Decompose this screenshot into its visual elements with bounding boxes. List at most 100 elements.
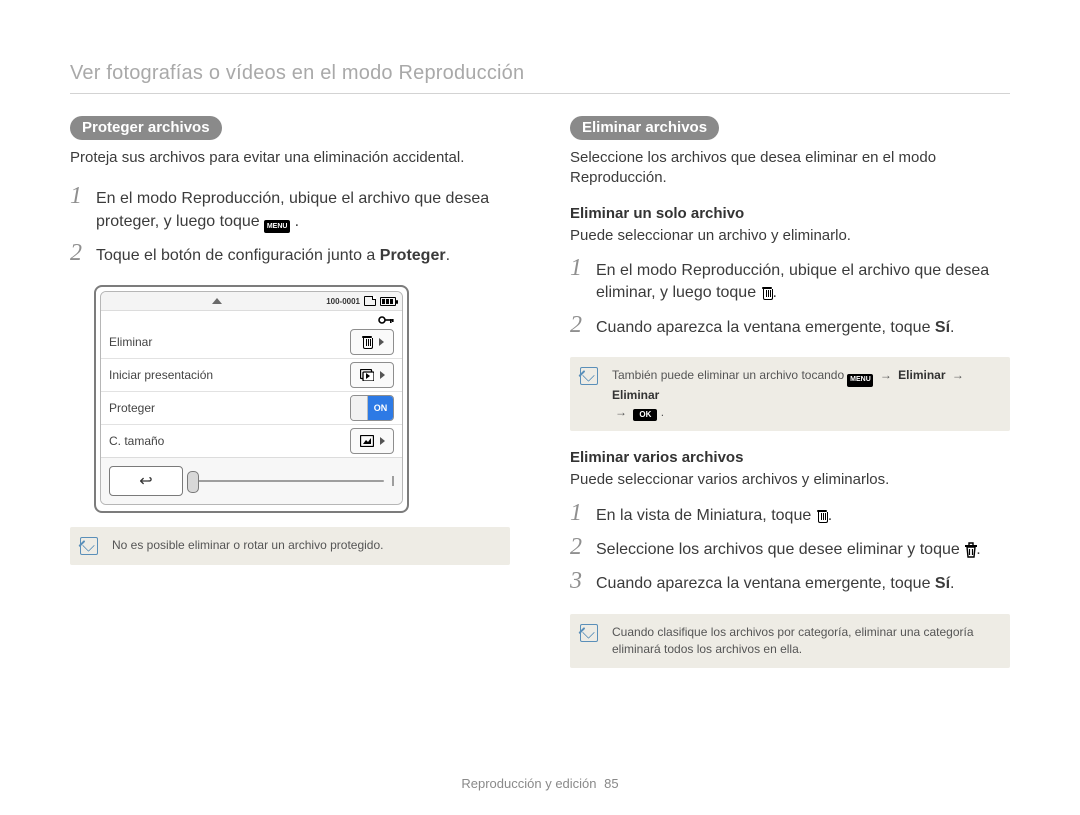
note-delete-single: También puede eliminar un archivo tocand… — [570, 357, 1010, 431]
text: Toque el botón de configuración junto a — [96, 247, 380, 264]
delete-single-steps: 1 En el modo Reproducción, ubique el arc… — [570, 256, 1010, 339]
text: . — [773, 284, 777, 301]
text: . — [828, 507, 832, 524]
text: . — [446, 247, 450, 264]
slider-end — [392, 476, 394, 486]
row-control — [350, 362, 394, 388]
note-text: También puede eliminar un archivo tocand… — [612, 368, 967, 419]
arrow-icon: → — [877, 368, 895, 382]
sd-card-icon — [364, 296, 376, 306]
step-text: Cuando aparezca la ventana emergente, to… — [596, 313, 954, 339]
text: Cuando aparezca la ventana emergente, to… — [596, 319, 935, 336]
toggle-on: ON — [350, 395, 394, 421]
step-text: Toque el botón de configuración junto a … — [96, 241, 450, 267]
device-topbar: 100-0001 — [101, 292, 402, 311]
device-bottom-bar: ↩ — [101, 457, 402, 504]
column-right: Eliminar archivos Seleccione los archivo… — [570, 116, 1010, 686]
row-label: Eliminar — [109, 335, 152, 349]
slider-thumb — [187, 471, 199, 493]
text: En la vista de Miniatura, toque — [596, 507, 816, 524]
text: En el modo Reproducción, ubique el archi… — [96, 190, 489, 229]
protect-step-1: 1 En el modo Reproducción, ubique el arc… — [70, 184, 510, 233]
delete-single-step-2: 2 Cuando aparezca la ventana emergente, … — [570, 313, 1010, 339]
battery-icon — [380, 297, 396, 306]
menu-icon: MENU — [264, 220, 290, 233]
delete-multi-steps: 1 En la vista de Miniatura, toque . 2 Se… — [570, 501, 1010, 596]
bold-text: Eliminar — [612, 388, 659, 402]
row-control — [350, 329, 394, 355]
device-menu-list: Eliminar Iniciar presentación — [101, 326, 402, 457]
delete-single-step-1: 1 En el modo Reproducción, ubique el arc… — [570, 256, 1010, 305]
chevron-right-icon — [379, 338, 384, 346]
text: En el modo Reproducción, ubique el archi… — [596, 262, 989, 301]
chevron-up-icon — [212, 298, 222, 304]
menu-row-resize: C. tamaño — [101, 424, 402, 457]
slider-track — [191, 480, 384, 482]
step-number: 1 — [570, 256, 588, 281]
text: También puede eliminar un archivo tocand… — [612, 368, 847, 382]
note-text: Cuando clasifique los archivos por categ… — [612, 625, 974, 656]
step-number: 2 — [70, 241, 88, 266]
menu-row-slideshow: Iniciar presentación — [101, 358, 402, 391]
text: . — [950, 575, 954, 592]
text: . — [661, 405, 664, 419]
text: . — [295, 213, 299, 230]
step-text: Cuando aparezca la ventana emergente, to… — [596, 569, 954, 595]
resize-icon — [360, 435, 374, 447]
step-text: En la vista de Miniatura, toque . — [596, 501, 832, 527]
step-number: 3 — [570, 569, 588, 594]
step-number: 2 — [570, 313, 588, 338]
note-protect: No es posible eliminar o rotar un archiv… — [70, 527, 510, 564]
trash-icon — [762, 287, 772, 299]
slideshow-icon — [360, 369, 374, 381]
menu-row-delete: Eliminar — [101, 326, 402, 358]
subhead-delete-single: Eliminar un solo archivo — [570, 205, 1010, 222]
delete-intro: Seleccione los archivos que desea elimin… — [570, 148, 1010, 189]
trash-icon — [362, 336, 372, 348]
bold-text: Proteger — [380, 247, 446, 264]
delete-multi-step-1: 1 En la vista de Miniatura, toque . — [570, 501, 1010, 527]
topbar-status: 100-0001 — [326, 296, 396, 306]
manual-page: Ver fotografías o vídeos en el modo Repr… — [0, 0, 1080, 815]
note-icon — [580, 624, 598, 642]
file-counter: 100-0001 — [326, 297, 360, 306]
lock-row — [101, 311, 402, 326]
note-delete-multi: Cuando clasifique los archivos por categ… — [570, 614, 1010, 669]
bold-text: Eliminar — [898, 368, 945, 382]
key-icon — [378, 314, 394, 326]
text: . — [950, 319, 954, 336]
delete-multi-step-3: 3 Cuando aparezca la ventana emergente, … — [570, 569, 1010, 595]
step-number: 1 — [70, 184, 88, 209]
step-text: En el modo Reproducción, ubique el archi… — [96, 184, 510, 233]
row-label: Proteger — [109, 401, 155, 415]
chevron-right-icon — [380, 371, 385, 379]
note-icon — [580, 367, 598, 385]
row-label: C. tamaño — [109, 434, 164, 448]
bold-text: Sí — [935, 575, 950, 592]
device-screenshot: 100-0001 Eliminar — [94, 285, 409, 513]
step-number: 2 — [570, 535, 588, 560]
trash-bag-icon — [964, 542, 976, 556]
trash-icon — [817, 510, 827, 522]
step-number: 1 — [570, 501, 588, 526]
text: Cuando aparezca la ventana emergente, to… — [596, 575, 935, 592]
step-text: Seleccione los archivos que desee elimin… — [596, 535, 981, 561]
row-label: Iniciar presentación — [109, 368, 213, 382]
menu-row-protect: Proteger ON — [101, 391, 402, 424]
arrow-icon: → — [612, 405, 630, 419]
pill-protect-files: Proteger archivos — [70, 116, 222, 140]
bold-text: Sí — [935, 319, 950, 336]
back-icon: ↩ — [139, 471, 152, 491]
pill-delete-files: Eliminar archivos — [570, 116, 719, 140]
note-icon — [80, 537, 98, 555]
delete-multi-sub: Puede seleccionar varios archivos y elim… — [570, 470, 1010, 490]
column-left: Proteger archivos Proteja sus archivos p… — [70, 116, 510, 686]
note-text: No es posible eliminar o rotar un archiv… — [112, 538, 383, 552]
page-title: Ver fotografías o vídeos en el modo Repr… — [70, 62, 1010, 94]
back-button: ↩ — [109, 466, 183, 496]
menu-icon: MENU — [847, 374, 873, 387]
step-text: En el modo Reproducción, ubique el archi… — [596, 256, 1010, 305]
toggle-on-label: ON — [368, 396, 393, 420]
text: Seleccione los archivos que desee elimin… — [596, 541, 964, 558]
protect-step-2: 2 Toque el botón de configuración junto … — [70, 241, 510, 267]
